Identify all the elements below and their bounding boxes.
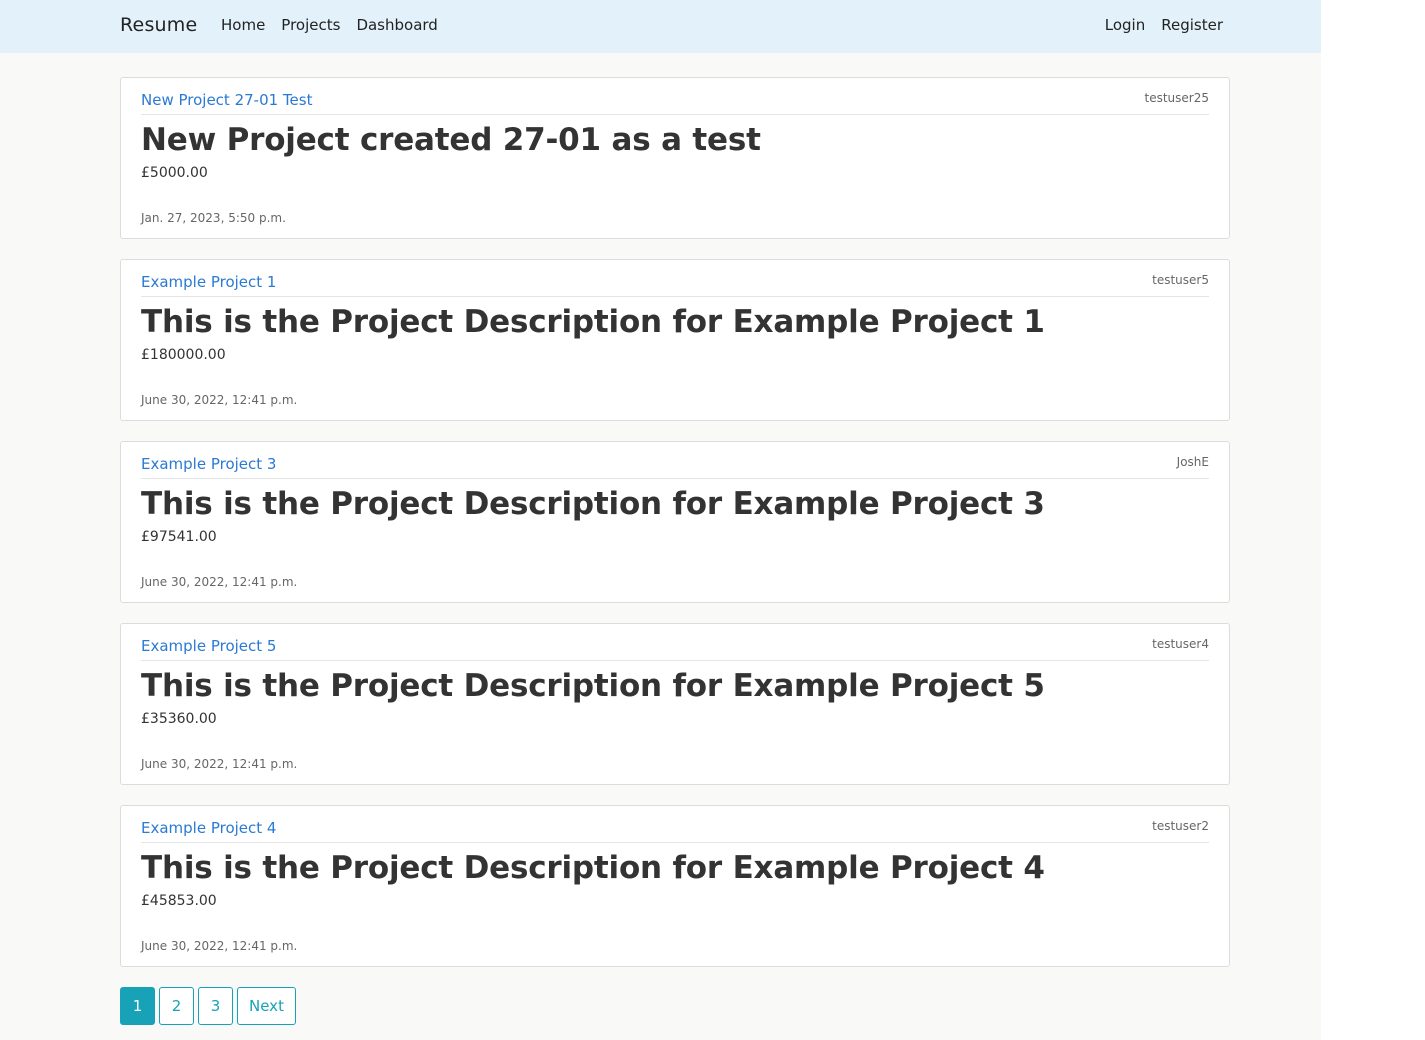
project-owner: JoshE xyxy=(1176,455,1209,469)
project-card-header: Example Project 1 testuser5 xyxy=(141,260,1209,297)
project-card: Example Project 1 testuser5 This is the … xyxy=(120,259,1230,421)
project-card-header: Example Project 4 testuser2 xyxy=(141,806,1209,843)
project-card: Example Project 4 testuser2 This is the … xyxy=(120,805,1230,967)
project-description: This is the Project Description for Exam… xyxy=(141,668,1045,704)
project-card: New Project 27-01 Test testuser25 New Pr… xyxy=(120,77,1230,239)
page-2-button[interactable]: 2 xyxy=(159,987,194,1025)
project-card: Example Project 3 JoshE This is the Proj… xyxy=(120,441,1230,603)
navbar: Resume Home Projects Dashboard Login Reg… xyxy=(0,0,1321,53)
project-title-link[interactable]: Example Project 5 xyxy=(141,637,276,655)
project-list: New Project 27-01 Test testuser25 New Pr… xyxy=(120,77,1230,1025)
project-price: £35360.00 xyxy=(141,711,217,727)
nav-left: Home Projects Dashboard xyxy=(221,16,438,34)
nav-right: Login Register xyxy=(1105,16,1223,34)
project-date: June 30, 2022, 12:41 p.m. xyxy=(141,939,298,953)
project-price: £97541.00 xyxy=(141,529,217,545)
project-date: June 30, 2022, 12:41 p.m. xyxy=(141,757,298,771)
project-date: June 30, 2022, 12:41 p.m. xyxy=(141,393,298,407)
page-1-button[interactable]: 1 xyxy=(120,987,155,1025)
project-description: This is the Project Description for Exam… xyxy=(141,850,1045,886)
nav-projects-link[interactable]: Projects xyxy=(281,16,340,34)
project-title-link[interactable]: New Project 27-01 Test xyxy=(141,91,312,109)
nav-login-link[interactable]: Login xyxy=(1105,16,1145,34)
project-owner: testuser4 xyxy=(1152,637,1209,651)
project-owner: testuser2 xyxy=(1152,819,1209,833)
project-owner: testuser5 xyxy=(1152,273,1209,287)
project-date: Jan. 27, 2023, 5:50 p.m. xyxy=(141,211,286,225)
project-price: £45853.00 xyxy=(141,893,217,909)
page: Resume Home Projects Dashboard Login Reg… xyxy=(0,0,1321,1040)
brand-link[interactable]: Resume xyxy=(120,14,197,36)
project-price: £5000.00 xyxy=(141,165,208,181)
nav-dashboard-link[interactable]: Dashboard xyxy=(356,16,437,34)
project-card-header: Example Project 3 JoshE xyxy=(141,442,1209,479)
project-description: This is the Project Description for Exam… xyxy=(141,486,1045,522)
nav-register-link[interactable]: Register xyxy=(1161,16,1223,34)
project-date: June 30, 2022, 12:41 p.m. xyxy=(141,575,298,589)
project-description: This is the Project Description for Exam… xyxy=(141,304,1045,340)
project-description: New Project created 27-01 as a test xyxy=(141,122,761,158)
next-page-button[interactable]: Next xyxy=(237,987,296,1025)
project-owner: testuser25 xyxy=(1144,91,1210,105)
project-price: £180000.00 xyxy=(141,347,226,363)
project-card-header: Example Project 5 testuser4 xyxy=(141,624,1209,661)
project-title-link[interactable]: Example Project 1 xyxy=(141,273,276,291)
pagination: 1 2 3 Next xyxy=(120,987,1230,1025)
page-3-button[interactable]: 3 xyxy=(198,987,233,1025)
project-title-link[interactable]: Example Project 4 xyxy=(141,819,276,837)
project-card: Example Project 5 testuser4 This is the … xyxy=(120,623,1230,785)
project-title-link[interactable]: Example Project 3 xyxy=(141,455,276,473)
nav-home-link[interactable]: Home xyxy=(221,16,265,34)
project-card-header: New Project 27-01 Test testuser25 xyxy=(141,78,1209,115)
right-gutter xyxy=(1321,0,1425,1040)
